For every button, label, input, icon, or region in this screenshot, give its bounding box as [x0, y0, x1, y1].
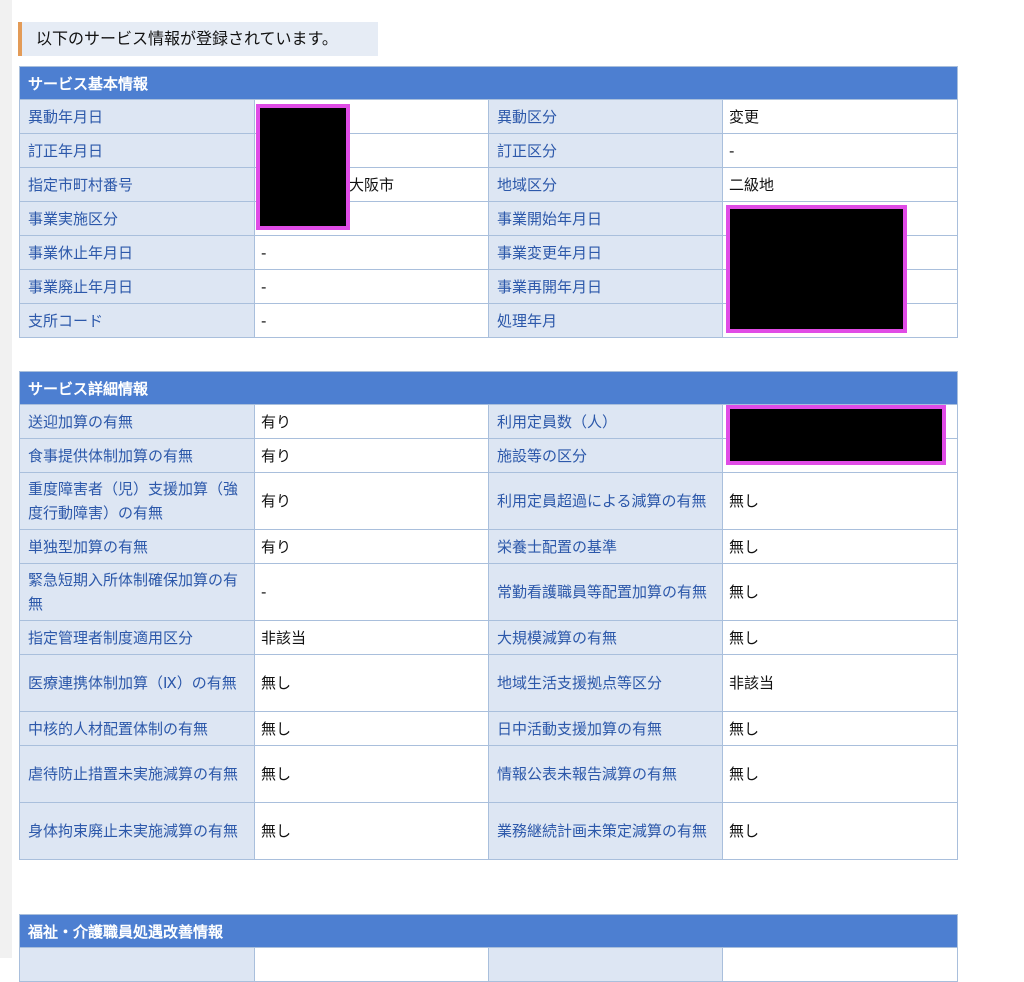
label-emergency-short-stay-addition: 緊急短期入所体制確保加算の有無 [19, 563, 255, 621]
table-row: 虐待防止措置未実施減算の有無 無し 情報公表未報告減算の有無 無し [19, 745, 959, 803]
value-emergency-short-stay-addition: - [254, 563, 489, 621]
label-medical-cooperation-addition: 医療連携体制加算（Ⅸ）の有無 [19, 654, 255, 712]
value-transport-addition: 有り [254, 404, 489, 439]
value-abolition-date: - [254, 269, 489, 304]
value-meal-addition: 有り [254, 438, 489, 473]
table-row: 指定管理者制度適用区分 非該当 大規模減算の有無 無し [19, 620, 959, 655]
value-large-scale-reduction: 無し [721, 620, 959, 655]
label-designated-manager: 指定管理者制度適用区分 [19, 620, 255, 655]
value-over-capacity-reduction: 無し [721, 472, 959, 530]
left-margin-bar [0, 0, 12, 958]
value-suspension-date: - [254, 235, 489, 270]
label-bcp-reduction: 業務継続計画未策定減算の有無 [488, 802, 723, 860]
label-change-type: 異動区分 [488, 99, 723, 134]
table-row: 訂正年月日 訂正区分 - [19, 133, 959, 168]
label-modification-date: 事業変更年月日 [488, 235, 723, 270]
redaction-box [726, 405, 946, 465]
value-branch-code: - [254, 303, 489, 338]
label-suspension-date: 事業休止年月日 [19, 235, 255, 270]
label-core-staff-system: 中核的人材配置体制の有無 [19, 711, 255, 746]
table-row: 単独型加算の有無 有り 栄養士配置の基準 無し [19, 529, 959, 564]
section-header-basic: サービス基本情報 [18, 66, 959, 100]
value-nutritionist-standard: 無し [721, 529, 959, 564]
table-row: 医療連携体制加算（Ⅸ）の有無 無し 地域生活支援拠点等区分 非該当 [19, 654, 959, 712]
registration-notice: 以下のサービス情報が登録されています。 [18, 22, 378, 56]
value-daytime-activity-addition: 無し [721, 711, 959, 746]
label-nutritionist-standard: 栄養士配置の基準 [488, 529, 723, 564]
label-cell [488, 947, 723, 982]
label-correction-date: 訂正年月日 [19, 133, 255, 168]
label-municipality-number: 指定市町村番号 [19, 167, 255, 202]
label-change-date: 異動年月日 [19, 99, 255, 134]
label-large-scale-reduction: 大規模減算の有無 [488, 620, 723, 655]
label-transport-addition: 送迎加算の有無 [19, 404, 255, 439]
value-fulltime-nurse-addition: 無し [721, 563, 959, 621]
label-over-capacity-reduction: 利用定員超過による減算の有無 [488, 472, 723, 530]
table-row: 緊急短期入所体制確保加算の有無 - 常勤看護職員等配置加算の有無 無し [19, 563, 959, 621]
welfare-improvement-table: 福祉・介護職員処遇改善情報 [18, 914, 959, 982]
label-start-date: 事業開始年月日 [488, 201, 723, 236]
value-bcp-reduction: 無し [721, 802, 959, 860]
label-daytime-activity-addition: 日中活動支援加算の有無 [488, 711, 723, 746]
value-medical-cooperation-addition: 無し [254, 654, 489, 712]
value-restraint-abolition-reduction: 無し [254, 802, 489, 860]
value-severe-disability-addition: 有り [254, 472, 489, 530]
label-meal-addition: 食事提供体制加算の有無 [19, 438, 255, 473]
label-standalone-addition: 単独型加算の有無 [19, 529, 255, 564]
label-implementation-type: 事業実施区分 [19, 201, 255, 236]
label-facility-type: 施設等の区分 [488, 438, 723, 473]
label-region-type: 地域区分 [488, 167, 723, 202]
label-fulltime-nurse-addition: 常勤看護職員等配置加算の有無 [488, 563, 723, 621]
value-correction-type: - [721, 133, 959, 168]
table-row: 身体拘束廃止未実施減算の有無 無し 業務継続計画未策定減算の有無 無し [19, 802, 959, 860]
label-severe-disability-addition: 重度障害者（児）支援加算（強度行動障害）の有無 [19, 472, 255, 530]
label-restraint-abolition-reduction: 身体拘束廃止未実施減算の有無 [19, 802, 255, 860]
value-change-type: 変更 [721, 99, 959, 134]
label-abuse-prevention-reduction: 虐待防止措置未実施減算の有無 [19, 745, 255, 803]
value-abuse-prevention-reduction: 無し [254, 745, 489, 803]
label-correction-type: 訂正区分 [488, 133, 723, 168]
label-info-disclosure-reduction: 情報公表未報告減算の有無 [488, 745, 723, 803]
value-info-disclosure-reduction: 無し [721, 745, 959, 803]
label-capacity: 利用定員数（人） [488, 404, 723, 439]
value-standalone-addition: 有り [254, 529, 489, 564]
label-processing-month: 処理年月 [488, 303, 723, 338]
value-cell [254, 947, 489, 982]
section-header-detail: サービス詳細情報 [18, 371, 959, 405]
table-row [19, 947, 959, 982]
table-row: 異動年月日 異動区分 変更 [19, 99, 959, 134]
label-regional-support-base: 地域生活支援拠点等区分 [488, 654, 723, 712]
value-cell [721, 947, 959, 982]
label-branch-code: 支所コード [19, 303, 255, 338]
redaction-box [726, 205, 907, 333]
table-row: 重度障害者（児）支援加算（強度行動障害）の有無 有り 利用定員超過による減算の有… [19, 472, 959, 530]
label-cell [19, 947, 255, 982]
value-region-type: 二級地 [721, 167, 959, 202]
table-row: 指定市町村番号 大阪市 地域区分 二級地 [19, 167, 959, 202]
label-resumption-date: 事業再開年月日 [488, 269, 723, 304]
redaction-box [256, 104, 350, 230]
section-header-welfare: 福祉・介護職員処遇改善情報 [18, 914, 959, 948]
value-regional-support-base: 非該当 [721, 654, 959, 712]
table-row: 中核的人材配置体制の有無 無し 日中活動支援加算の有無 無し [19, 711, 959, 746]
label-abolition-date: 事業廃止年月日 [19, 269, 255, 304]
value-designated-manager: 非該当 [254, 620, 489, 655]
value-core-staff-system: 無し [254, 711, 489, 746]
